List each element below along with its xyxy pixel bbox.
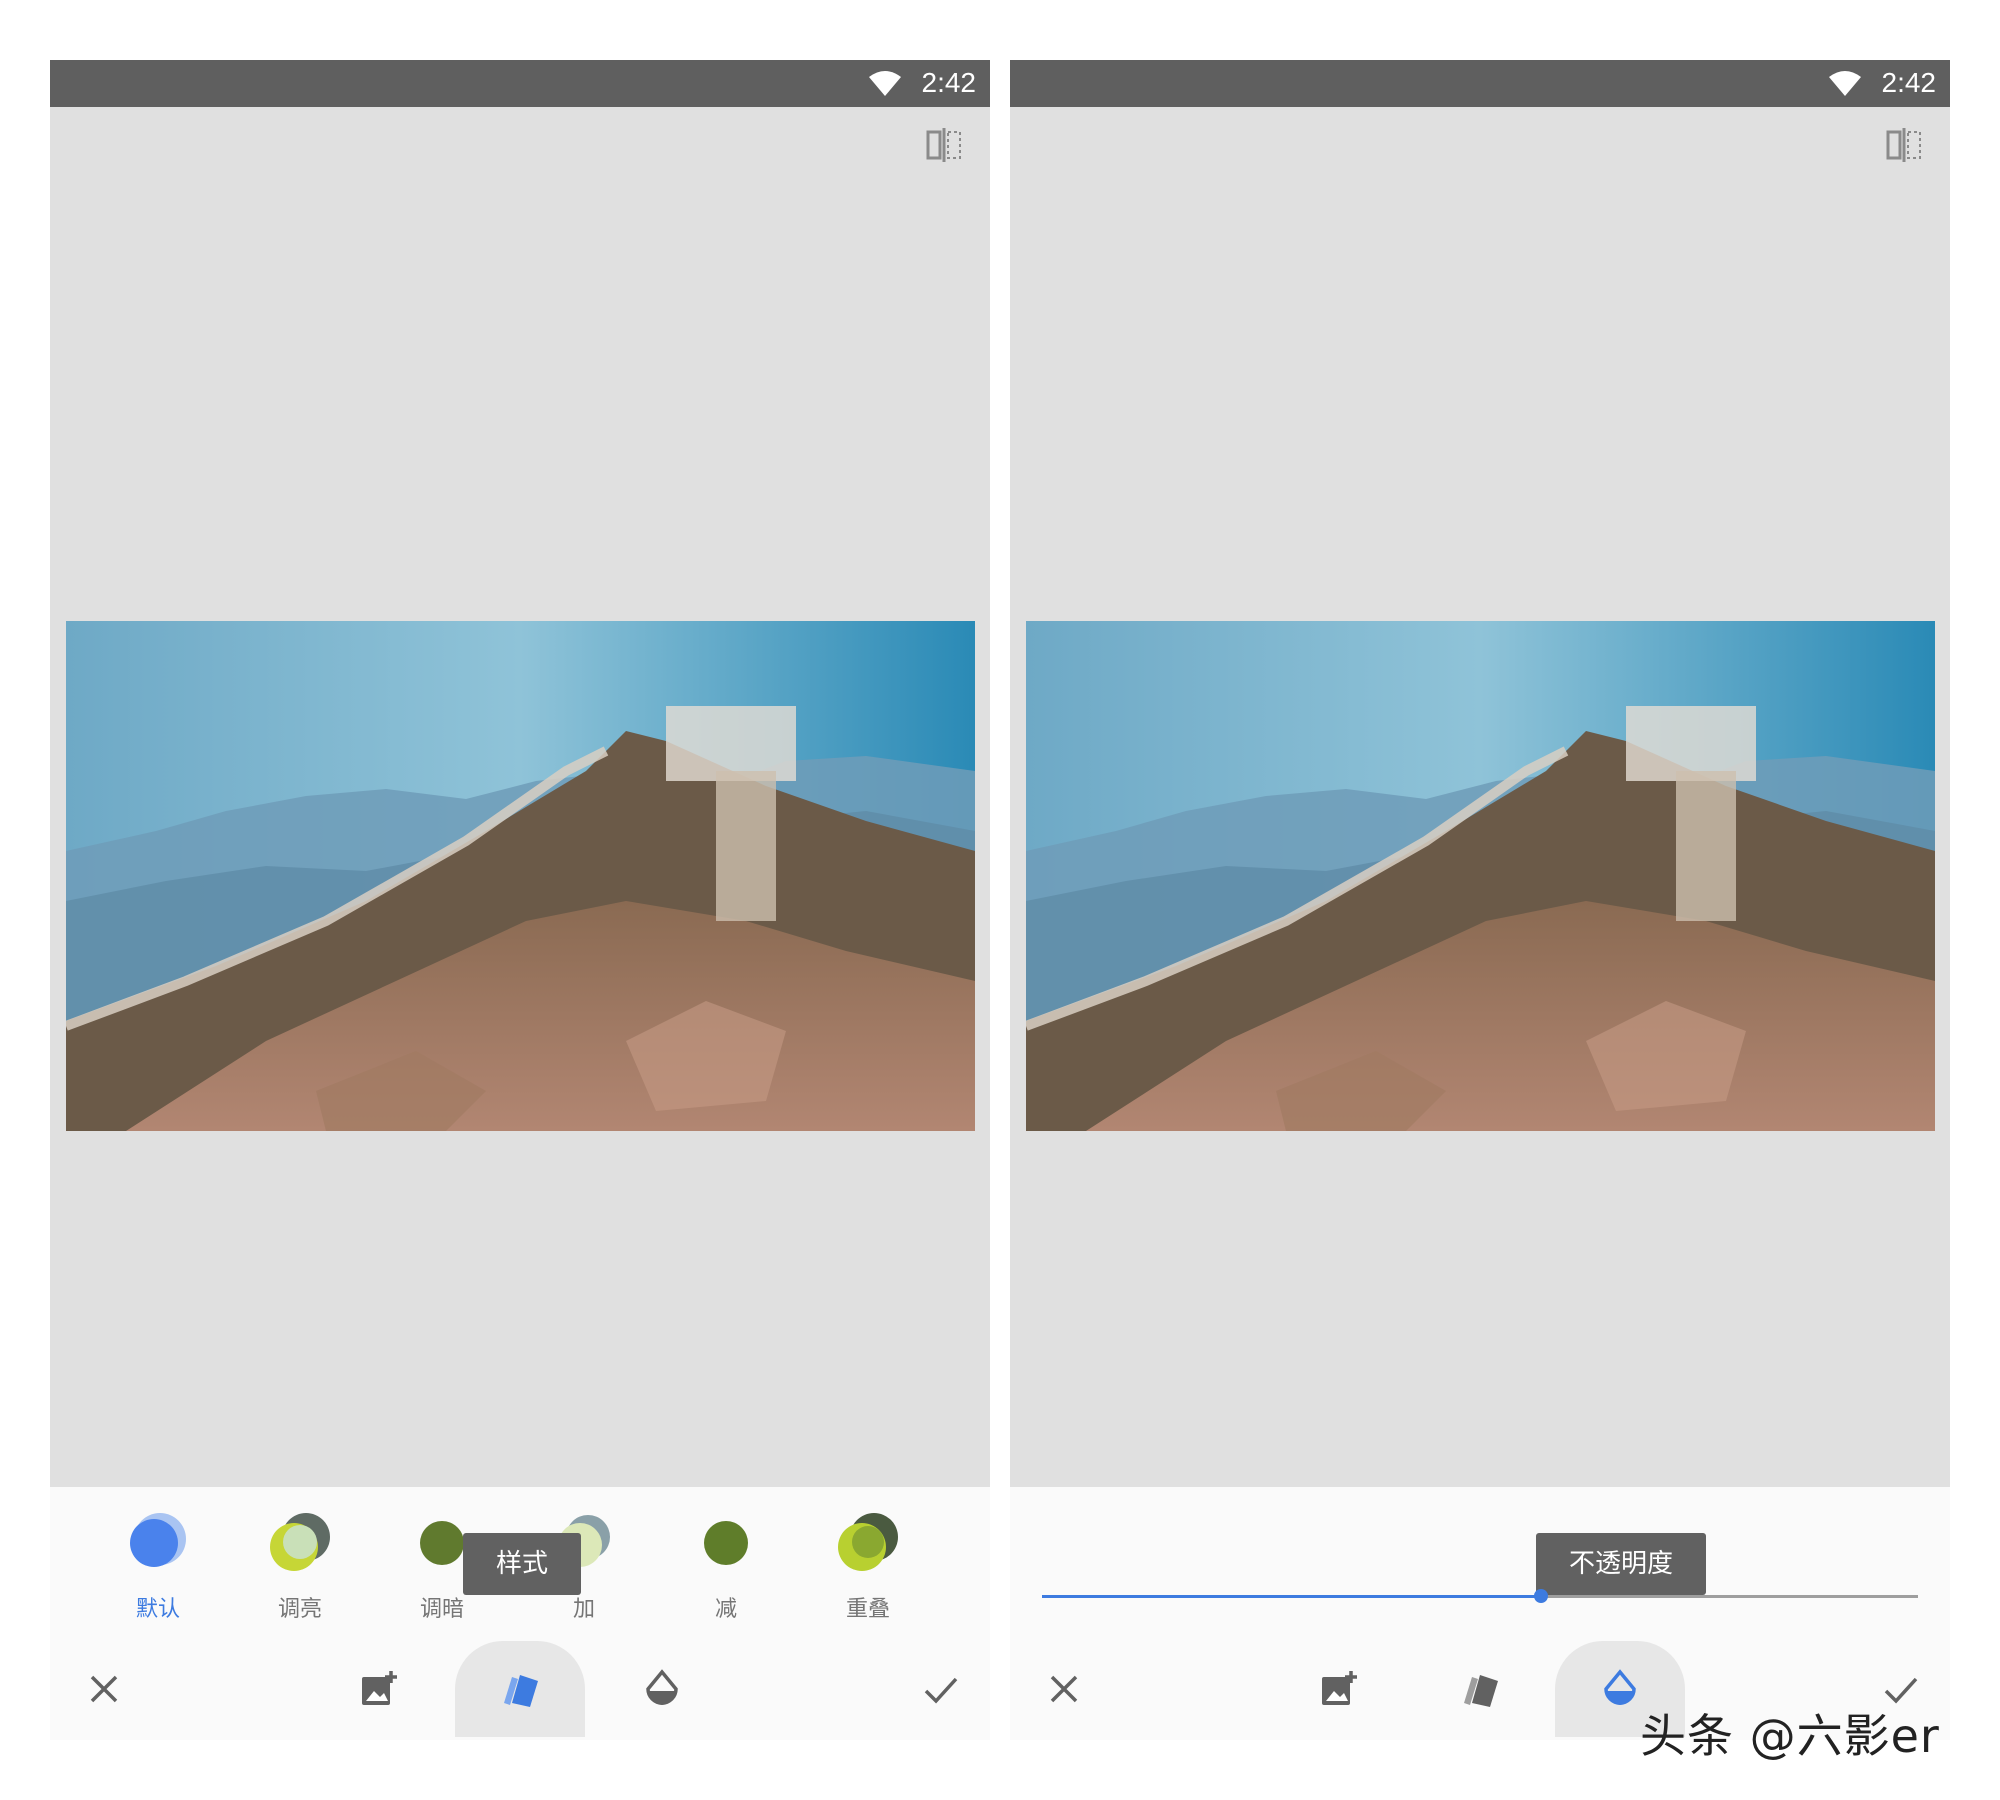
blend-lighten-swatch-icon (270, 1513, 330, 1571)
add-image-icon (362, 1671, 397, 1705)
opacity-slider[interactable] (1042, 1589, 1918, 1603)
status-time: 2:42 (1881, 67, 1937, 98)
opacity-tooltip: 不透明度 (1536, 1533, 1706, 1595)
opacity-slider-thumb[interactable] (1534, 1589, 1549, 1603)
compare-icon[interactable] (1884, 125, 1924, 165)
great-wall-image (66, 621, 975, 1131)
opacity-icon (646, 1669, 678, 1705)
add-image-icon (1322, 1671, 1357, 1705)
bottom-toolbar (50, 1641, 990, 1737)
close-icon (90, 1675, 118, 1703)
blend-mode-subtract[interactable]: 减 (664, 1511, 784, 1631)
left-phone-screen: 2:42 默认 调亮 调暗 加 减 重叠 样式 (50, 60, 990, 1740)
cancel-button[interactable] (74, 1659, 134, 1719)
style-button[interactable] (1450, 1659, 1510, 1719)
blend-mode-label: 调暗 (419, 1597, 464, 1622)
watermark: 头条 @六影er (1640, 1709, 1940, 1763)
check-icon (924, 1677, 958, 1704)
opacity-icon (1604, 1669, 1636, 1705)
blend-mode-lighten[interactable]: 调亮 (238, 1511, 358, 1631)
status-bar: 2:42 (1010, 60, 1950, 107)
opacity-slider-fill (1042, 1595, 1542, 1598)
close-icon (1050, 1675, 1078, 1703)
tool-tooltip: 样式 (463, 1533, 581, 1595)
blend-mode-overlay[interactable]: 重叠 (806, 1511, 926, 1631)
double-exposure-photo (66, 621, 975, 1131)
style-icon (1464, 1675, 1498, 1707)
image-canvas (1010, 107, 1950, 1487)
blend-mode-label: 加 (572, 1597, 595, 1622)
bottom-panel: 默认 调亮 调暗 加 减 重叠 样式 (50, 1487, 990, 1740)
confirm-button[interactable] (910, 1659, 970, 1719)
style-button[interactable] (490, 1659, 550, 1719)
wifi-icon (869, 71, 901, 96)
status-bar: 2:42 (50, 60, 990, 107)
status-time: 2:42 (921, 67, 977, 98)
compare-icon[interactable] (924, 125, 964, 165)
add-image-button[interactable] (350, 1659, 410, 1719)
opacity-button[interactable] (632, 1659, 692, 1719)
blend-subtract-swatch-icon (704, 1521, 748, 1565)
image-canvas (50, 107, 990, 1487)
blend-overlay-swatch-icon (838, 1513, 898, 1571)
wifi-icon (1829, 71, 1861, 96)
great-wall-image (1026, 621, 1935, 1131)
blend-mode-label: 减 (714, 1597, 737, 1622)
double-exposure-photo (1026, 621, 1935, 1131)
blend-mode-default[interactable]: 默认 (96, 1511, 216, 1631)
add-image-button[interactable] (1310, 1659, 1370, 1719)
blend-mode-label: 默认 (135, 1597, 180, 1622)
style-icon (504, 1675, 538, 1707)
cancel-button[interactable] (1034, 1659, 1094, 1719)
blend-default-swatch-icon (130, 1513, 186, 1567)
right-phone-screen: 2:42 不透明度 (1010, 60, 1950, 1740)
blend-mode-label: 调亮 (277, 1597, 322, 1622)
blend-mode-label: 重叠 (845, 1597, 890, 1622)
